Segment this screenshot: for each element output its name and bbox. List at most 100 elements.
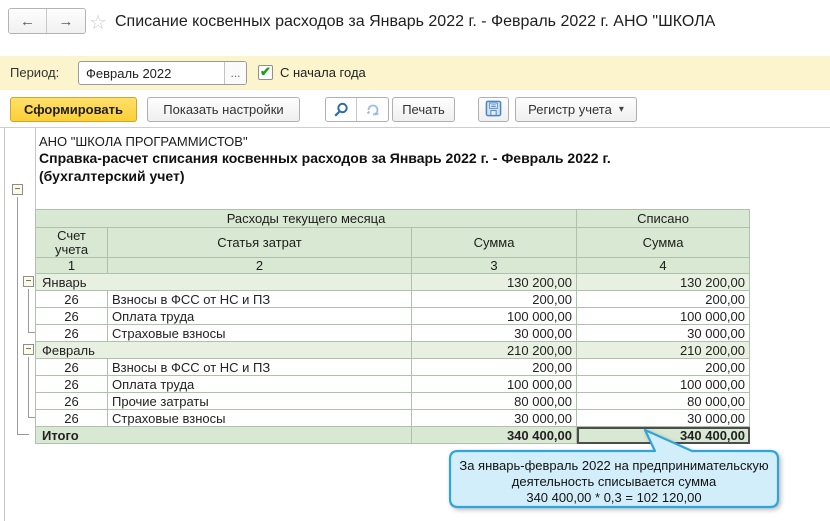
search-next-icon[interactable] — [357, 98, 388, 121]
generate-button[interactable]: Сформировать — [10, 97, 137, 122]
cell-account[interactable]: 26 — [35, 324, 108, 342]
cell-amount-written[interactable]: 80 000,00 — [576, 392, 751, 410]
tree-line — [28, 289, 29, 332]
cell-amount-current[interactable]: 200,00 — [410, 290, 578, 308]
favorite-star-icon[interactable]: ☆ — [89, 10, 107, 35]
period-bar: Период: Февраль 2022 ... ✔ С начала года — [0, 56, 830, 90]
cell-amount-current[interactable]: 340 400,00 — [410, 426, 578, 444]
cell-group-label[interactable]: Февраль — [35, 341, 412, 359]
checkmark-icon: ✔ — [260, 64, 271, 79]
header-amount-written[interactable]: Сумма — [576, 227, 751, 258]
register-menu-button[interactable]: Регистр учета ▾ — [515, 97, 637, 122]
back-arrow-icon[interactable]: ← — [9, 9, 47, 33]
cell-amount-written[interactable]: 210 200,00 — [576, 341, 751, 359]
table-row-detail: 26 Прочие затраты 80 000,00 80 000,00 — [35, 392, 751, 410]
cell-amount-written[interactable]: 30 000,00 — [576, 409, 751, 427]
callout-text: За январь-февраль 2022 на предпринимател… — [450, 458, 778, 506]
cell-article[interactable]: Страховые взносы — [107, 324, 412, 342]
cell-amount-current[interactable]: 30 000,00 — [410, 409, 578, 427]
cell-article[interactable]: Взносы в ФСС от НС и ПЗ — [107, 290, 412, 308]
cell-article[interactable]: Прочие затраты — [107, 392, 412, 410]
cell-article[interactable]: Оплата труда — [107, 375, 412, 393]
cell-amount-written[interactable]: 200,00 — [576, 358, 751, 376]
tree-line — [28, 332, 35, 333]
floppy-disk-icon — [485, 100, 502, 120]
search-button-group — [325, 97, 389, 122]
table-row-detail: 26 Взносы в ФСС от НС и ПЗ 200,00 200,00 — [35, 358, 751, 376]
cell-amount-written[interactable]: 30 000,00 — [576, 324, 751, 342]
header-cost-article[interactable]: Статья затрат — [107, 227, 412, 258]
collapse-february-icon[interactable]: − — [23, 344, 34, 355]
from-year-start-label[interactable]: С начала года — [280, 65, 366, 80]
grouping-margin-line — [4, 128, 5, 521]
from-year-start-checkbox[interactable]: ✔ — [258, 65, 273, 80]
cell-amount-current[interactable]: 200,00 — [410, 358, 578, 376]
table-colnumber-row: 1 2 3 4 — [35, 257, 751, 274]
period-picker-button[interactable]: ... — [224, 62, 246, 84]
show-settings-button[interactable]: Показать настройки — [147, 97, 300, 122]
col-number[interactable]: 1 — [35, 257, 108, 274]
cell-account[interactable]: 26 — [35, 307, 108, 325]
content-left-line — [35, 128, 36, 209]
cell-amount-current[interactable]: 100 000,00 — [410, 307, 578, 325]
register-menu-label: Регистр учета — [528, 102, 612, 117]
search-icon[interactable] — [326, 98, 357, 121]
period-value[interactable]: Февраль 2022 — [79, 66, 224, 81]
header-amount[interactable]: Сумма — [410, 227, 578, 258]
callout-line: 340 400,00 * 0,3 = 102 120,00 — [526, 490, 702, 505]
header-current-expenses[interactable]: Расходы текущего месяца — [34, 209, 578, 228]
cell-amount-written[interactable]: 100 000,00 — [576, 375, 751, 393]
header-written-off[interactable]: Списано — [576, 209, 751, 228]
table-header-row: Счет учета Статья затрат Сумма Сумма — [35, 227, 751, 258]
col-number[interactable]: 3 — [410, 257, 578, 274]
chevron-down-icon: ▾ — [618, 104, 624, 115]
page-title: Списание косвенных расходов за Январь 20… — [115, 13, 716, 30]
col-number[interactable]: 2 — [107, 257, 412, 274]
cell-account[interactable]: 26 — [35, 409, 108, 427]
cell-amount-written[interactable]: 340 400,00 — [576, 426, 751, 444]
organization-name: АНО "ШКОЛА ПРОГРАММИСТОВ" — [39, 134, 248, 149]
table-row-detail: 26 Страховые взносы 30 000,00 30 000,00 — [35, 409, 751, 427]
cell-amount-current[interactable]: 130 200,00 — [410, 273, 578, 291]
tree-line — [17, 434, 29, 435]
cell-account[interactable]: 26 — [35, 358, 108, 376]
cell-amount-written[interactable]: 200,00 — [576, 290, 751, 308]
cell-amount-written[interactable]: 100 000,00 — [576, 307, 751, 325]
table-row-total: Итого 340 400,00 340 400,00 — [35, 426, 751, 444]
header-account[interactable]: Счет учета — [35, 227, 108, 258]
cell-account[interactable]: 26 — [35, 375, 108, 393]
cell-amount-current[interactable]: 80 000,00 — [410, 392, 578, 410]
tree-line — [28, 357, 29, 417]
col-number[interactable]: 4 — [576, 257, 751, 274]
title-bar: ← → ☆ Списание косвенных расходов за Янв… — [0, 0, 830, 48]
report-table-body: Январь 130 200,00 130 200,00 26 Взносы в ФСС… — [35, 273, 751, 444]
cell-amount-current[interactable]: 100 000,00 — [410, 375, 578, 393]
cell-group-label[interactable]: Январь — [35, 273, 412, 291]
nav-button-group: ← → — [8, 8, 86, 34]
cell-amount-written[interactable]: 130 200,00 — [576, 273, 751, 291]
tree-line — [17, 197, 18, 434]
print-button[interactable]: Печать — [392, 97, 455, 122]
cell-amount-current[interactable]: 30 000,00 — [410, 324, 578, 342]
collapse-january-icon[interactable]: − — [23, 276, 34, 287]
report-subtitle: (бухгалтерский учет) — [39, 168, 185, 184]
callout-line: За январь-февраль 2022 на предпринимател… — [459, 458, 769, 473]
table-row-detail: 26 Оплата труда 100 000,00 100 000,00 — [35, 375, 751, 393]
report-table: Расходы текущего месяца Списано Счет уче… — [34, 209, 751, 444]
cell-amount-current[interactable]: 210 200,00 — [410, 341, 578, 359]
cell-article[interactable]: Взносы в ФСС от НС и ПЗ — [107, 358, 412, 376]
cell-article[interactable]: Оплата труда — [107, 307, 412, 325]
save-button[interactable] — [478, 97, 509, 122]
report-title: Справка-расчет списания косвенных расход… — [39, 150, 611, 166]
period-label: Период: — [10, 65, 60, 80]
tree-line — [28, 417, 35, 418]
collapse-all-icon[interactable]: − — [12, 184, 23, 195]
table-row-detail: 26 Взносы в ФСС от НС и ПЗ 200,00 200,00 — [35, 290, 751, 308]
cell-account[interactable]: 26 — [35, 392, 108, 410]
cell-account[interactable]: 26 — [35, 290, 108, 308]
cell-article[interactable]: Страховые взносы — [107, 409, 412, 427]
period-input[interactable]: Февраль 2022 ... — [78, 61, 247, 85]
cell-group-label[interactable]: Итого — [35, 426, 412, 444]
forward-arrow-icon[interactable]: → — [47, 9, 85, 33]
table-row-group: Февраль 210 200,00 210 200,00 — [35, 341, 751, 359]
